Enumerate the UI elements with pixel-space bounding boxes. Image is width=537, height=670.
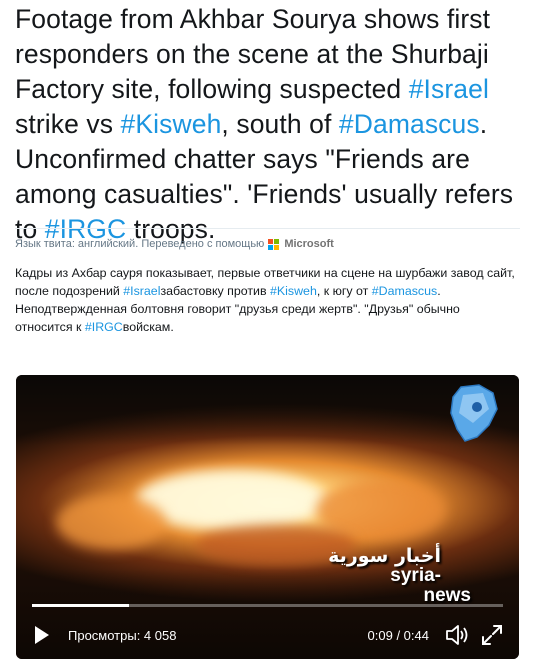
play-button[interactable]: [32, 624, 52, 646]
translated-text: Кадры из Ахбар сауря показывает, первые …: [15, 264, 520, 336]
hashtag-link[interactable]: #Israel: [409, 74, 489, 104]
video-controls: Просмотры: 4 058 0:09 / 0:44: [16, 611, 519, 659]
translation-meta-label: Язык твита: английский. Переведено с пом…: [15, 238, 265, 250]
translated-paragraph-2: Неподтвержденная болтовня говорит "друзь…: [15, 300, 520, 336]
hashtag-link[interactable]: #Damascus: [372, 284, 437, 298]
watermark-arabic: أخبار سورية: [328, 545, 441, 567]
text-segment: , south of: [221, 109, 339, 139]
video-progress-bar[interactable]: [32, 604, 503, 607]
volume-button[interactable]: [445, 623, 469, 647]
translation-attribution: Язык твита: английский. Переведено с пом…: [15, 236, 334, 252]
fire-glow: [56, 495, 166, 550]
tweet-text: Footage from Akhbar Sourya shows first r…: [15, 2, 525, 247]
divider: [15, 228, 520, 229]
play-icon: [35, 626, 49, 644]
hashtag-link[interactable]: #Kisweh: [270, 284, 317, 298]
view-count: Просмотры: 4 058: [68, 627, 177, 643]
microsoft-logo-icon: [268, 238, 280, 250]
map-logo-icon: [443, 383, 499, 443]
watermark-latin: syria-: [328, 565, 441, 587]
translated-paragraph-1: Кадры из Ахбар сауря показывает, первые …: [15, 264, 520, 300]
volume-icon: [446, 625, 468, 645]
hashtag-link[interactable]: #IRGC: [85, 320, 123, 334]
text-segment: , к югу от: [316, 284, 372, 298]
hashtag-link[interactable]: #Israel: [123, 284, 160, 298]
fullscreen-button[interactable]: [481, 624, 503, 646]
video-progress-fill: [32, 604, 129, 607]
video-player[interactable]: أخبار سورية syria- news Просмотры: 4 058…: [16, 375, 519, 659]
fullscreen-icon: [482, 625, 502, 645]
text-segment: войскам.: [122, 320, 174, 334]
text-segment: забастовку против: [160, 284, 270, 298]
hashtag-link[interactable]: #Kisweh: [121, 109, 222, 139]
text-segment: .: [437, 284, 441, 298]
video-watermark: أخبار سورية syria- news: [328, 545, 471, 607]
translation-provider[interactable]: Microsoft: [284, 238, 334, 250]
watermark-latin-1: syria-: [390, 565, 441, 586]
text-segment: strike vs: [15, 109, 121, 139]
text-segment: Неподтвержденная болтовня говорит "друзь…: [15, 302, 460, 334]
video-time: 0:09 / 0:44: [367, 627, 429, 643]
hashtag-link[interactable]: #Damascus: [339, 109, 480, 139]
